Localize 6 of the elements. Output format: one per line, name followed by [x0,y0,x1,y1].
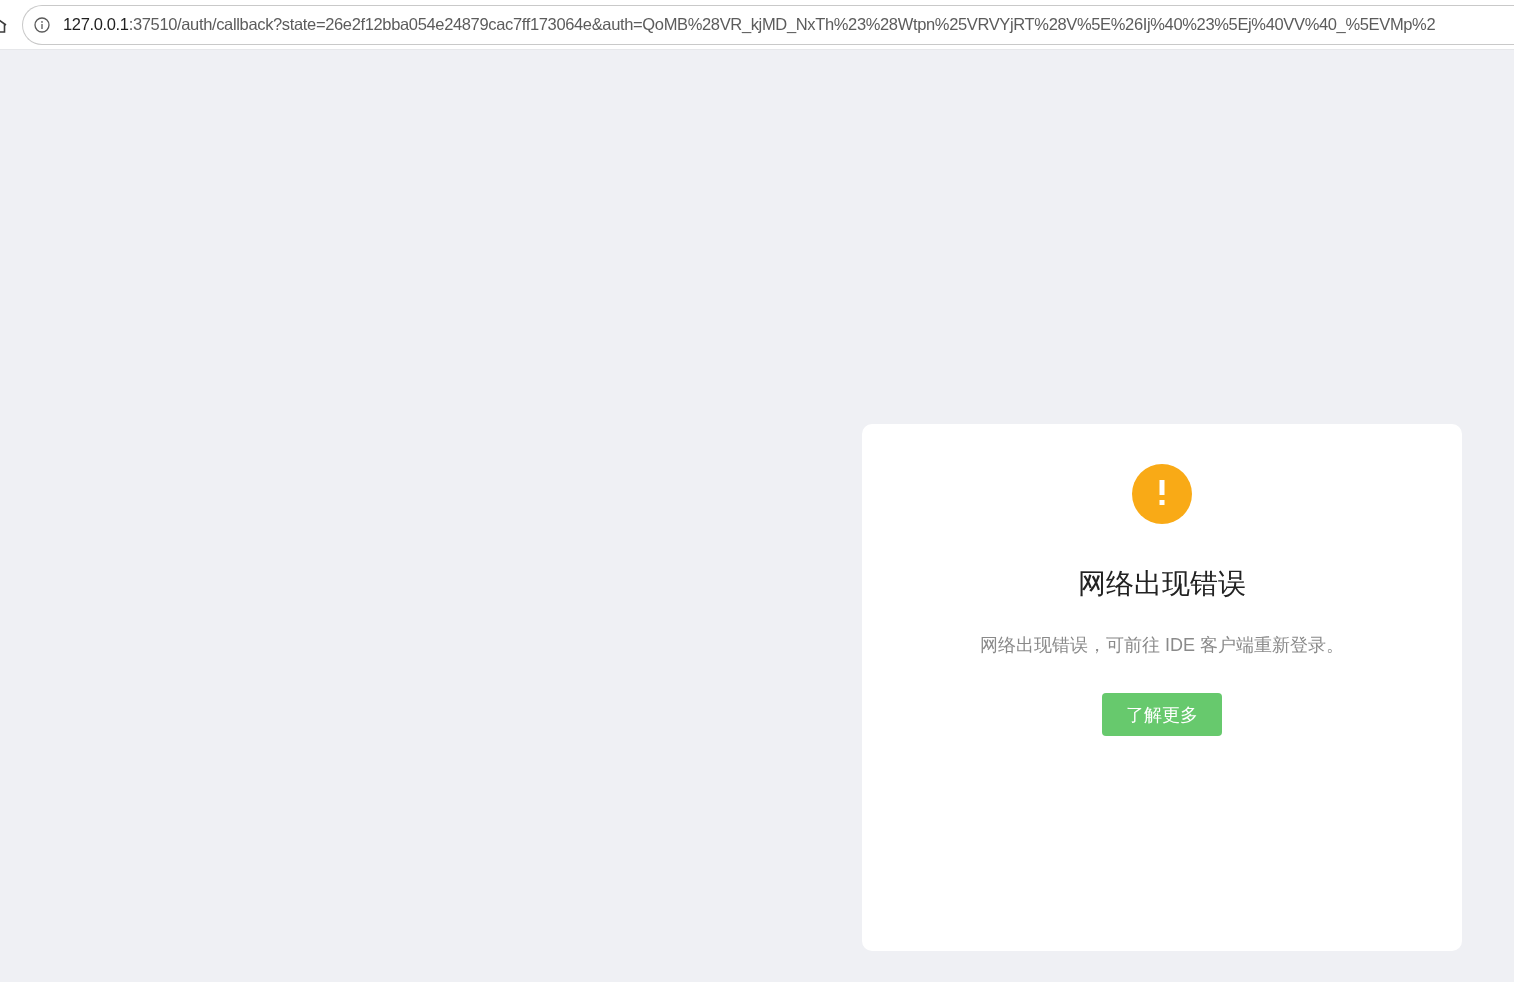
info-icon[interactable] [34,16,50,33]
url-text: 127.0.0.1:37510/auth/callback?state=26e2f12bba054e24879cac7ff173064e&auth=QoMB%28VR_kjMD_NxTh%23%28Wtpn%25VRVYjRT%28V%5E%26Ij%40%23%5Ej%40VV%40_%5EVMp%2 [63,15,1436,34]
error-title: 网络出现错误 [1078,567,1246,601]
error-description: 网络出现错误，可前往 IDE 客户端重新登录。 [980,634,1344,657]
warning-icon [1132,464,1192,524]
address-bar[interactable]: 127.0.0.1:37510/auth/callback?state=26e2f12bba054e24879cac7ff173064e&auth=QoMB%28VR_kjMD_NxTh%23%28Wtpn%25VRVYjRT%28V%5E%26Ij%40%23%5Ej%40VV%40_%5EVMp%2 [22,4,1514,45]
